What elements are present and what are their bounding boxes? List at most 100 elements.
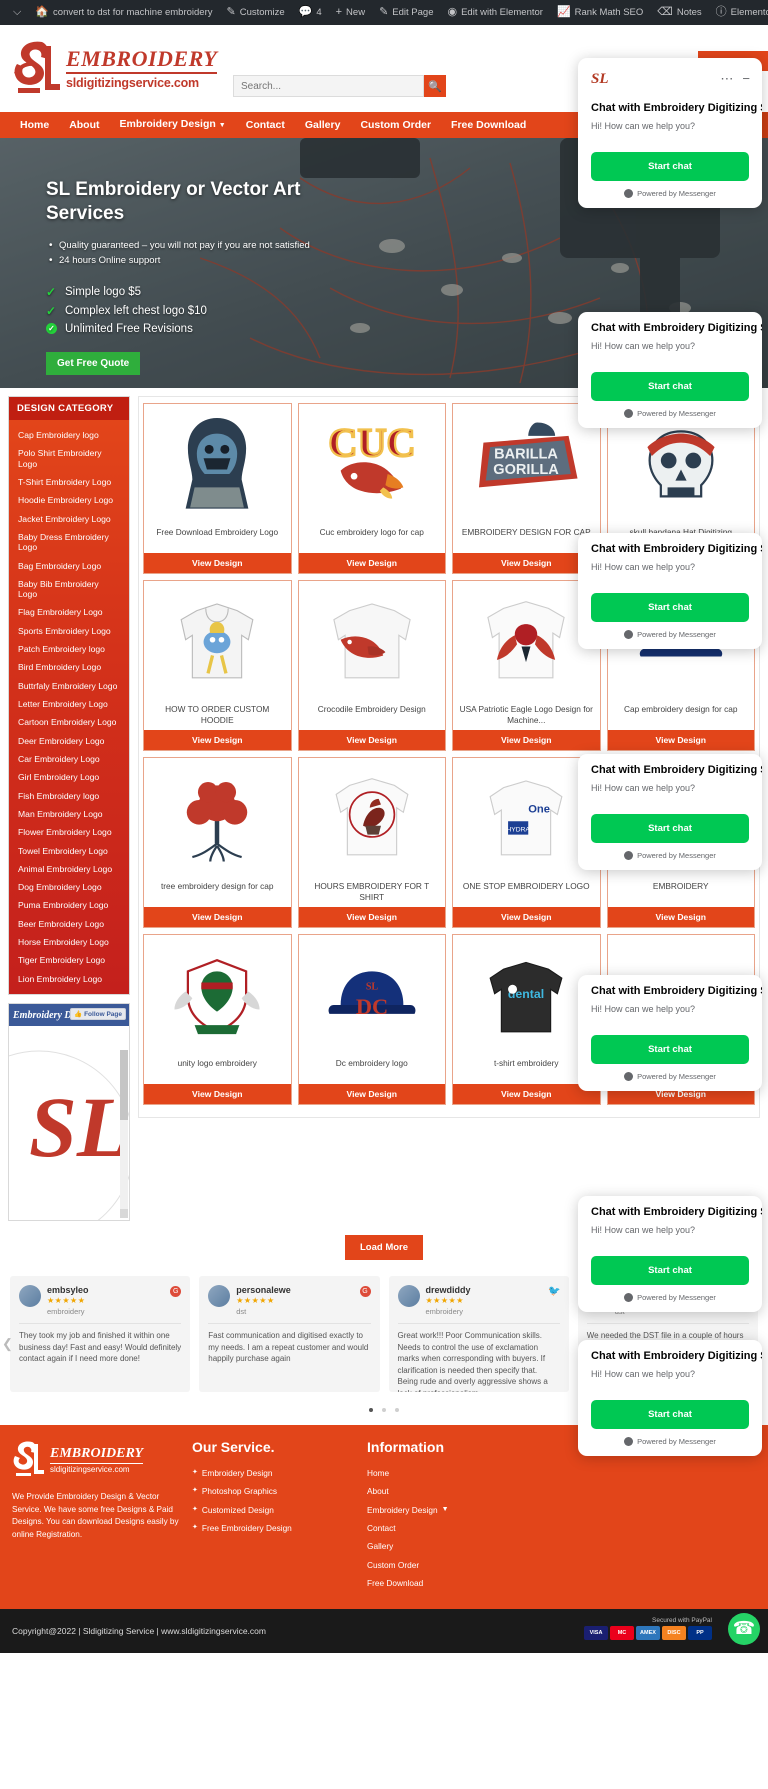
messenger-chat-popup[interactable]: Chat with Embroidery Digitizing S... Hi! … [578, 975, 762, 1091]
category-item[interactable]: Animal Embroidery Logo [9, 860, 129, 878]
whatsapp-float-button[interactable]: ☎ [728, 1612, 760, 1645]
view-design-button[interactable]: View Design [298, 553, 445, 573]
start-chat-button[interactable]: Start chat [591, 152, 749, 181]
category-item[interactable]: Flower Embroidery Logo [9, 823, 129, 841]
facebook-widget-scrollbar[interactable] [120, 1050, 128, 1218]
category-item[interactable]: Puma Embroidery Logo [9, 896, 129, 914]
dot-2[interactable] [382, 1408, 386, 1412]
scrollbar-thumb[interactable] [120, 1050, 128, 1120]
adminbar-item-rankmath[interactable]: 📈 Rank Math SEO [550, 0, 650, 25]
messenger-chat-popup[interactable]: Chat with Embroidery Digitizing S... Hi! … [578, 1196, 762, 1312]
footer-service-item[interactable]: ✦ Photoshop Graphics [192, 1482, 357, 1500]
category-item[interactable]: Buttrfaly Embroidery Logo [9, 677, 129, 695]
view-design-button[interactable]: View Design [144, 730, 291, 750]
category-item[interactable]: Car Embroidery Logo [9, 750, 129, 768]
view-design-button[interactable]: View Design [607, 907, 754, 927]
category-item[interactable]: Flag Embroidery Logo [9, 603, 129, 621]
adminbar-item-edit-page[interactable]: ✎ Edit Page [372, 0, 440, 25]
nav-item-free-download[interactable]: Free Download [441, 112, 536, 138]
product-card[interactable]: Crocodile Embroidery Design View Design [297, 580, 446, 751]
nav-item-about[interactable]: About [59, 112, 109, 138]
category-item[interactable]: Letter Embroidery Logo [9, 695, 129, 713]
nav-item-embroidery-design[interactable]: Embroidery Design ▼ [110, 111, 236, 139]
footer-info-item[interactable]: Embroidery Design ▼ [367, 1501, 517, 1519]
category-item[interactable]: T-Shirt Embroidery Logo [9, 473, 129, 491]
category-item[interactable]: Towel Embroidery Logo [9, 842, 129, 860]
footer-info-item[interactable]: Custom Order [367, 1556, 517, 1574]
category-item[interactable]: Dog Embroidery Logo [9, 878, 129, 896]
product-card[interactable]: CUC Cuc embroidery logo for cap View Desig… [297, 403, 446, 574]
view-design-button[interactable]: View Design [144, 553, 291, 573]
adminbar-item-notes[interactable]: ⌫ Notes [650, 0, 708, 25]
category-item[interactable]: Cap Embroidery logo [9, 426, 129, 444]
nav-item-gallery[interactable]: Gallery [295, 112, 351, 138]
start-chat-button[interactable]: Start chat [591, 372, 749, 401]
adminbar-item-site[interactable]: 🏠 convert to dst for machine embroidery [28, 0, 219, 25]
messenger-chat-popup[interactable]: Chat with Embroidery Digitizing S... Hi! … [578, 1340, 762, 1456]
category-item[interactable]: Horse Embroidery Logo [9, 933, 129, 951]
category-item[interactable]: Girl Embroidery Logo [9, 768, 129, 786]
view-design-button[interactable]: View Design [453, 907, 600, 927]
category-item[interactable]: Baby Dress Embroidery Logo [9, 528, 129, 557]
product-card[interactable]: HOURS EMBROIDERY FOR T SHIRT View Design [297, 757, 446, 928]
scrollbar-down-button[interactable] [120, 1209, 128, 1218]
search-button[interactable]: 🔍 [424, 75, 446, 97]
dot-3[interactable] [395, 1408, 400, 1412]
category-item[interactable]: Polo Shirt Embroidery Logo [9, 444, 129, 473]
site-logo[interactable]: EMBROIDERY sldigitizingservice.com [0, 38, 218, 100]
dot-1[interactable] [368, 1408, 373, 1412]
footer-info-item[interactable]: Free Download [367, 1574, 517, 1592]
footer-info-item[interactable]: Contact [367, 1519, 517, 1537]
messenger-chat-popup[interactable]: Chat with Embroidery Digitizing S... Hi! … [578, 754, 762, 870]
facebook-follow-button[interactable]: 👍 Follow Page [70, 1008, 126, 1020]
category-item[interactable]: Cartoon Embroidery Logo [9, 713, 129, 731]
view-design-button[interactable]: View Design [453, 730, 600, 750]
category-item[interactable]: Man Embroidery Logo [9, 805, 129, 823]
category-item[interactable]: Bird Embroidery Logo [9, 658, 129, 676]
product-card[interactable]: Free Download Embroidery Logo View Design [143, 403, 292, 574]
category-item[interactable]: Jacket Embroidery Logo [9, 510, 129, 528]
category-item[interactable]: Bag Embroidery Logo [9, 557, 129, 575]
view-design-button[interactable]: View Design [144, 1084, 291, 1104]
nav-item-contact[interactable]: Contact [236, 112, 295, 138]
adminbar-item-customize[interactable]: ✎ Customize [220, 0, 292, 25]
footer-info-item[interactable]: Home [367, 1464, 517, 1482]
category-item[interactable]: Patch Embroidery logo [9, 640, 129, 658]
category-item[interactable]: Hoodie Embroidery Logo [9, 491, 129, 509]
footer-service-item[interactable]: ✦ Free Embroidery Design [192, 1519, 357, 1537]
adminbar-item-debugger[interactable]: ⓘ Elementor Debugger [709, 0, 768, 25]
footer-service-item[interactable]: ✦ Embroidery Design [192, 1464, 357, 1482]
start-chat-button[interactable]: Start chat [591, 814, 749, 843]
category-item[interactable]: Tiger Embroidery Logo [9, 951, 129, 969]
category-item[interactable]: Fish Embroidery logo [9, 787, 129, 805]
more-options-icon[interactable]: ⋯ [720, 72, 733, 85]
adminbar-item-new[interactable]: + New [329, 0, 372, 25]
view-design-button[interactable]: View Design [144, 907, 291, 927]
view-design-button[interactable]: View Design [298, 907, 445, 927]
footer-info-item[interactable]: About [367, 1482, 517, 1500]
category-item[interactable]: Deer Embroidery Logo [9, 732, 129, 750]
product-card[interactable]: unity logo embroidery View Design [143, 934, 292, 1105]
start-chat-button[interactable]: Start chat [591, 593, 749, 622]
start-chat-button[interactable]: Start chat [591, 1035, 749, 1064]
header-search[interactable]: 🔍 [233, 75, 446, 97]
search-input[interactable] [233, 75, 424, 97]
nav-item-custom-order[interactable]: Custom Order [350, 112, 441, 138]
nav-item-home[interactable]: Home [10, 112, 59, 138]
category-item[interactable]: Baby Bib Embroidery Logo [9, 575, 129, 604]
category-item[interactable]: Sports Embroidery Logo [9, 622, 129, 640]
footer-info-item[interactable]: Gallery [367, 1537, 517, 1555]
minimize-icon[interactable]: − [742, 72, 750, 85]
product-card[interactable]: tree embroidery design for cap View Desig… [143, 757, 292, 928]
start-chat-button[interactable]: Start chat [591, 1400, 749, 1429]
footer-service-item[interactable]: ✦ Customized Design [192, 1501, 357, 1519]
chat-popup-controls[interactable]: ⋯ − [720, 72, 750, 85]
view-design-button[interactable]: View Design [453, 1084, 600, 1104]
product-card[interactable]: SL DC Dc embroidery logo View Design [297, 934, 446, 1105]
messenger-chat-popup[interactable]: Chat with Embroidery Digitizing S... Hi! … [578, 533, 762, 649]
category-item[interactable]: Beer Embroidery Logo [9, 915, 129, 933]
view-design-button[interactable]: View Design [607, 730, 754, 750]
view-design-button[interactable]: View Design [298, 1084, 445, 1104]
adminbar-item-wordpress[interactable]: ⌵ [6, 0, 28, 25]
get-free-quote-button[interactable]: Get Free Quote [46, 352, 141, 376]
